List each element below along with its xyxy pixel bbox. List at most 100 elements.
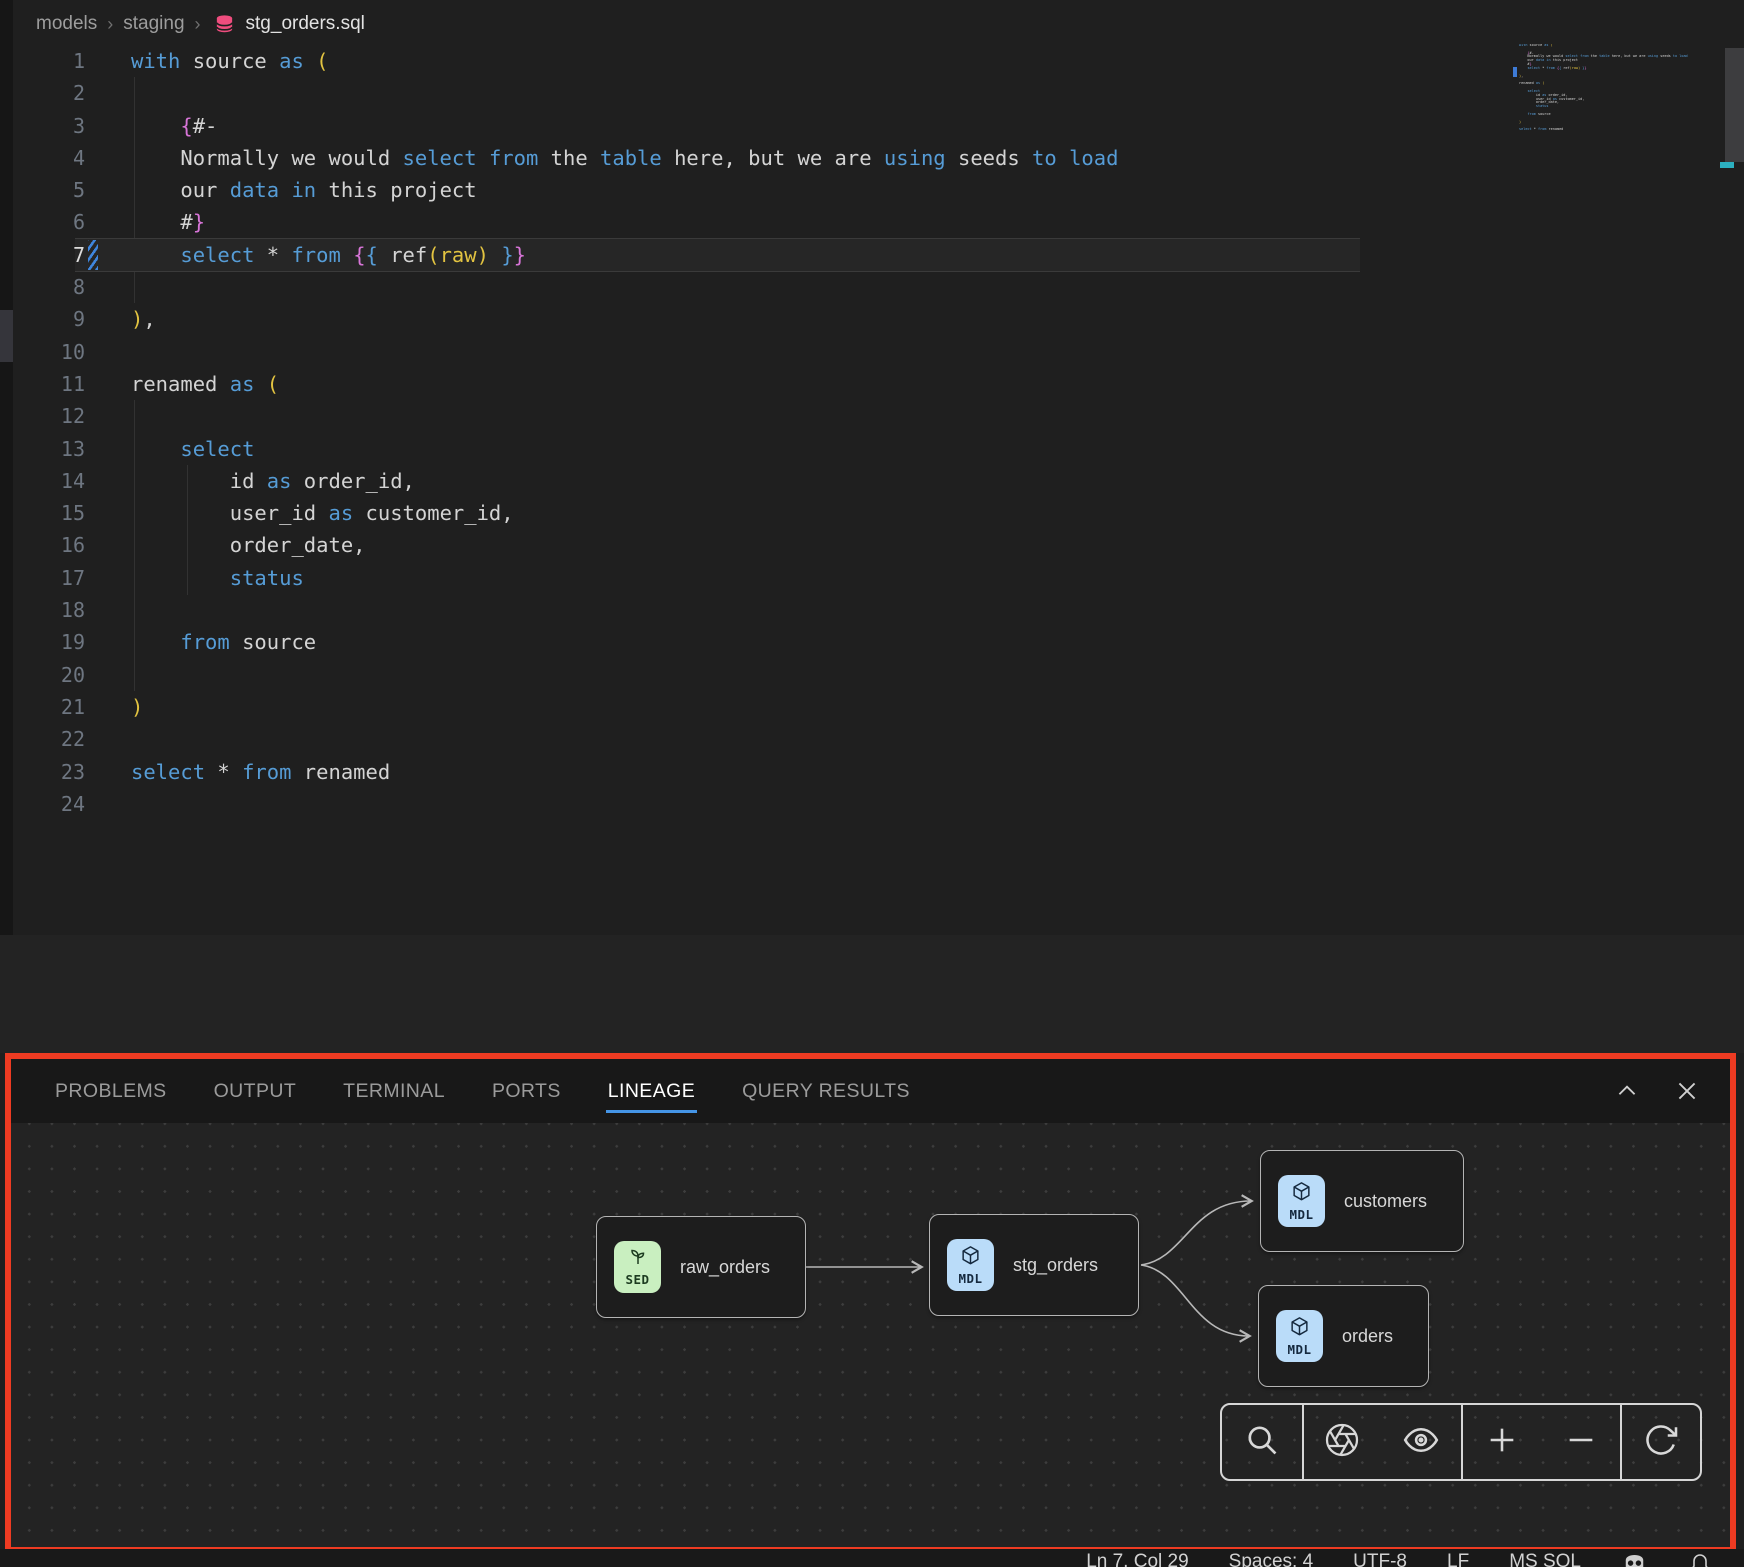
code-line-24[interactable]: 24 xyxy=(13,788,1503,820)
code-line-22[interactable]: 22 xyxy=(13,723,1503,755)
line-number: 15 xyxy=(13,497,85,529)
cube-badge: MDL xyxy=(1278,1175,1325,1227)
line-number: 16 xyxy=(13,529,85,561)
copilot-icon[interactable] xyxy=(1621,1552,1648,1567)
close-icon[interactable] xyxy=(1674,1078,1700,1104)
node-label: orders xyxy=(1342,1326,1393,1347)
line-number: 12 xyxy=(13,400,85,432)
editor-lower-gap xyxy=(0,935,1744,1053)
line-number: 9 xyxy=(13,303,85,335)
code-line-23[interactable]: 23select * from renamed xyxy=(13,756,1503,788)
minimap[interactable]: with source as ( {#- Normally we would s… xyxy=(1519,44,1691,144)
activity-strip xyxy=(0,0,13,1053)
line-number: 23 xyxy=(13,756,85,788)
vscode-window: models › staging › stg_orders.sql 1with … xyxy=(0,0,1744,1567)
refresh-button[interactable] xyxy=(1643,1422,1679,1463)
tab-terminal[interactable]: TERMINAL xyxy=(343,1080,445,1103)
line-number: 10 xyxy=(13,336,85,368)
code-line-4[interactable]: 4 Normally we would select from the tabl… xyxy=(13,142,1503,174)
code-line-6[interactable]: 6 #} xyxy=(13,206,1503,238)
breadcrumb-item-staging[interactable]: staging xyxy=(123,13,184,35)
code-line-3[interactable]: 3 {#- xyxy=(13,110,1503,142)
line-number: 7 xyxy=(13,239,85,271)
line-number: 14 xyxy=(13,465,85,497)
status-lf[interactable]: LF xyxy=(1447,1551,1469,1567)
lineage-node-raw_orders[interactable]: SEDraw_orders xyxy=(596,1216,806,1318)
lineage-node-customers[interactable]: MDL customers xyxy=(1260,1150,1464,1252)
code-line-11[interactable]: 11renamed as ( xyxy=(13,368,1503,400)
line-number: 6 xyxy=(13,206,85,238)
activity-strip-thumb[interactable] xyxy=(0,310,13,362)
code-line-19[interactable]: 19 from source xyxy=(13,626,1503,658)
tab-output[interactable]: OUTPUT xyxy=(214,1080,297,1103)
status-spaces-4[interactable]: Spaces: 4 xyxy=(1229,1551,1314,1567)
search-button[interactable] xyxy=(1243,1421,1281,1464)
line-number: 1 xyxy=(13,45,85,77)
code-line-15[interactable]: 15 user_id as customer_id, xyxy=(13,497,1503,529)
chevron-up-icon[interactable] xyxy=(1614,1078,1640,1104)
modified-line-indicator xyxy=(88,240,98,270)
minimap-modified-marker xyxy=(1513,67,1517,77)
code-line-10[interactable]: 10 xyxy=(13,336,1503,368)
code-line-17[interactable]: 17 status xyxy=(13,562,1503,594)
edge-stg_orders-customers xyxy=(1141,1201,1251,1265)
breadcrumb-file-name[interactable]: stg_orders.sql xyxy=(246,13,365,35)
chevron-right-icon: › xyxy=(106,14,114,35)
code-line-21[interactable]: 21) xyxy=(13,691,1503,723)
code-line-8[interactable]: 8 xyxy=(13,271,1503,303)
code-line-13[interactable]: 13 select xyxy=(13,433,1503,465)
bell-icon[interactable] xyxy=(1688,1552,1712,1567)
code-line-14[interactable]: 14 id as order_id, xyxy=(13,465,1503,497)
lineage-node-orders[interactable]: MDLorders xyxy=(1258,1285,1429,1387)
eye-button[interactable] xyxy=(1402,1421,1440,1464)
code-line-5[interactable]: 5 our data in this project xyxy=(13,174,1503,206)
cube-badge: MDL xyxy=(947,1239,994,1291)
line-number: 4 xyxy=(13,142,85,174)
line-number: 21 xyxy=(13,691,85,723)
code-line-16[interactable]: 16 order_date, xyxy=(13,529,1503,561)
status-ms-sql[interactable]: MS SQL xyxy=(1509,1551,1581,1567)
zoom-in-icon xyxy=(1485,1423,1519,1462)
code-line-7[interactable]: 7 select * from {{ ref(raw) }} xyxy=(13,239,1503,271)
lineage-node-stg_orders[interactable]: MDL stg_orders xyxy=(929,1214,1139,1316)
tab-query-results[interactable]: QUERY RESULTS xyxy=(742,1080,910,1103)
status-ln-7-col-29[interactable]: Ln 7, Col 29 xyxy=(1086,1551,1188,1567)
line-number: 19 xyxy=(13,626,85,658)
tab-ports[interactable]: PORTS xyxy=(492,1080,561,1103)
panel-tab-bar: PROBLEMS OUTPUT TERMINAL PORTS LINEAGE QUERY … xyxy=(11,1059,1730,1123)
status-bar: Ln 7, Col 29 Spaces: 4 UTF-8 LF MS SQL xyxy=(0,1549,1744,1567)
cube-icon xyxy=(1289,1316,1310,1342)
code-line-9[interactable]: 9), xyxy=(13,303,1503,335)
lineage-toolbar xyxy=(1220,1403,1702,1481)
line-number: 20 xyxy=(13,659,85,691)
chevron-right-icon: › xyxy=(194,14,202,35)
refresh-icon xyxy=(1643,1422,1679,1463)
code-line-2[interactable]: 2 xyxy=(13,77,1503,109)
code-line-12[interactable]: 12 xyxy=(13,400,1503,432)
tab-lineage[interactable]: LINEAGE xyxy=(608,1080,695,1103)
status-utf-8[interactable]: UTF-8 xyxy=(1353,1551,1407,1567)
node-label: stg_orders xyxy=(1013,1255,1098,1276)
panel-tab-bar-tabs: PROBLEMS OUTPUT TERMINAL PORTS LINEAGE QUERY … xyxy=(55,1080,910,1103)
zoom-out-button[interactable] xyxy=(1564,1423,1598,1462)
tab-problems[interactable]: PROBLEMS xyxy=(55,1080,167,1103)
lineage-graph[interactable]: SEDraw_ordersMDLstg_ordersMDLcustomersMD… xyxy=(11,1123,1730,1547)
cube-icon xyxy=(960,1245,981,1271)
code-editor[interactable]: 1with source as (2 3 {#-4 Normally we wo… xyxy=(13,45,1503,820)
badge-label: SED xyxy=(625,1272,649,1287)
line-number: 22 xyxy=(13,723,85,755)
line-number: 13 xyxy=(13,433,85,465)
seedling-badge: SED xyxy=(614,1241,661,1293)
breadcrumb-item-models[interactable]: models xyxy=(36,13,97,35)
bottom-panel: PROBLEMS OUTPUT TERMINAL PORTS LINEAGE QUERY … xyxy=(5,1053,1736,1553)
aperture-button[interactable] xyxy=(1324,1422,1360,1463)
cube-icon xyxy=(1291,1181,1312,1207)
eye-icon xyxy=(1402,1421,1440,1464)
code-line-20[interactable]: 20 xyxy=(13,659,1503,691)
editor-scrollbar[interactable] xyxy=(1725,48,1744,162)
code-line-18[interactable]: 18 xyxy=(13,594,1503,626)
zoom-in-button[interactable] xyxy=(1485,1423,1519,1462)
code-line-1[interactable]: 1with source as ( xyxy=(13,45,1503,77)
node-label: customers xyxy=(1344,1191,1427,1212)
edge-stg_orders-orders xyxy=(1141,1265,1249,1336)
